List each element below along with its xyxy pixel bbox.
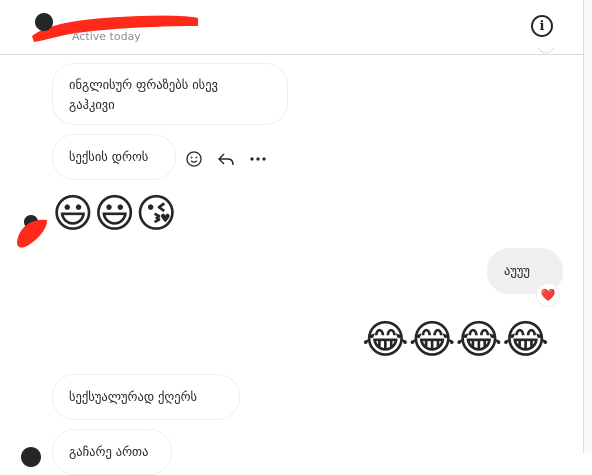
emoji-message[interactable]: 😃😃😘 <box>52 190 177 238</box>
message-actions <box>185 150 267 168</box>
message-bubble-3[interactable]: სექსუალურად ქღერს <box>52 374 240 420</box>
heart-icon[interactable]: ❤️ <box>536 283 560 307</box>
scrollbar[interactable] <box>583 0 592 453</box>
chat-header: Active today i <box>0 0 583 55</box>
emoji-icon[interactable] <box>185 150 203 168</box>
message-text: ინგლისურ ფრაზებს ისევ <box>69 77 218 92</box>
more-icon[interactable] <box>249 150 267 168</box>
message-bubble-2[interactable]: სექსის დროს <box>52 134 176 180</box>
reply-icon[interactable] <box>217 150 235 168</box>
message-text: აუუუ <box>504 263 530 278</box>
message-text: სექსუალურად ქღერს <box>69 389 198 404</box>
redacted-avatar <box>17 215 47 248</box>
emoji-message-sent[interactable]: 😂😂😂😂 <box>362 316 549 364</box>
partial-reaction <box>537 48 555 54</box>
message-bubble-4[interactable]: გაჩარე ართა <box>52 429 172 475</box>
message-text: გაჰკივი <box>69 97 115 112</box>
message-bubble-1[interactable]: ინგლისურ ფრაზებს ისევ გაჰკივი <box>52 63 288 125</box>
message-text: გაჩარე ართა <box>69 444 149 459</box>
avatar <box>21 447 41 467</box>
message-text: სექსის დროს <box>69 149 149 164</box>
info-icon[interactable]: i <box>531 15 553 37</box>
active-status: Active today <box>72 30 141 43</box>
